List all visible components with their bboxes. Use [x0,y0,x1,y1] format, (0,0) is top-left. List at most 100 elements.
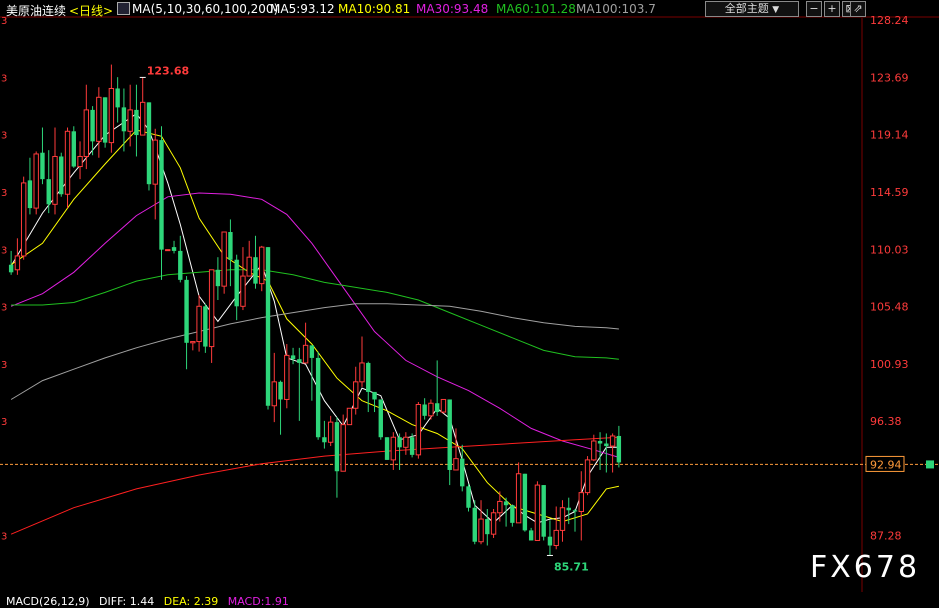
period-label[interactable]: <日线> [69,2,113,19]
plus-button[interactable]: + [824,1,840,17]
candle [366,361,371,413]
candle [246,240,252,277]
candle-body [584,459,591,494]
candle-body [327,421,334,443]
moving-average-lines [10,113,620,535]
candle-body [415,403,422,456]
candle [434,360,440,416]
candle-body [346,407,353,426]
candle [20,176,27,260]
candle-body [397,437,402,448]
left-tick-mark: 3 [1,360,7,371]
y-tick-label: 105.48 [870,301,909,314]
theme-dropdown[interactable]: 全部主题 ▼ [705,1,799,17]
candle [215,257,221,301]
candle-body [127,109,133,132]
candle-body [40,152,45,180]
candle-body [510,505,515,523]
candle [534,481,541,541]
candle-body [541,485,546,537]
candle [378,399,383,440]
low-label: 85.71 [554,560,589,573]
candle [334,417,340,498]
ma10-line [10,129,620,523]
candle-body [334,422,340,472]
price-axis: 128.243123.693119.143114.593110.033105.4… [1,14,934,543]
candle [40,127,45,185]
instrument-name[interactable]: 美原油连续 [6,2,66,19]
candle-body [215,269,221,287]
candle-body [353,381,359,409]
ma200-line [10,436,619,535]
y-tick-label: 96.38 [870,415,902,428]
candle-body [203,306,208,347]
candle-body [140,101,146,136]
candle [553,506,559,550]
candle-body [597,441,603,444]
candle [346,407,353,426]
ma-settings-icon[interactable] [117,2,130,15]
candle-body [453,458,459,471]
candle [353,366,359,415]
ma10-label: MA10:90.81 [338,2,411,16]
candle [327,415,334,447]
candle-body [8,264,14,273]
candle-body [278,381,283,400]
candle [422,398,427,420]
ma60-label: MA60:101.28 [496,2,576,16]
candle-body [472,507,477,542]
candle-body [422,404,427,416]
candle-body [390,436,397,461]
current-price-label: 92.94 [870,458,902,471]
macd-label: MACD(26,12,9) [6,595,90,608]
y-tick-label: 123.69 [870,71,909,84]
candle-body [359,362,365,383]
candle [447,399,452,486]
left-tick-mark: 3 [1,303,7,314]
candle [359,336,365,387]
diff-label: DIFF: 1.44 [99,595,155,608]
chart-header: 美原油连续 <日线> MA(5,10,30,60,100,200) MA5:93… [0,0,939,20]
candle-body [297,359,302,363]
ma5-line [10,113,619,524]
candle [184,276,189,370]
candle-body [271,381,277,407]
candle-body [315,357,321,438]
candle-body [108,87,115,144]
ma30-label: MA30:93.48 [416,2,489,16]
candle-body [485,519,490,535]
candle [578,471,584,541]
candle-body [190,341,196,344]
high-label: 123.68 [147,64,189,77]
candle [190,341,196,351]
candle-body [566,507,571,511]
candle-body [134,109,139,136]
popout-button[interactable]: ⇗ [850,1,866,17]
candle-body [403,436,409,448]
candle [134,84,139,157]
candle-body [478,518,484,543]
candlestick-chart[interactable]: 123.6885.71 128.243123.693119.143114.593… [0,0,939,605]
candle [284,344,290,409]
candle-body [578,492,584,513]
candle-body [146,102,152,185]
left-tick-mark: 3 [1,417,7,428]
candle [297,347,302,421]
candle [428,399,434,420]
macd-value-label: MACD:1.91 [227,595,289,608]
left-tick-mark: 3 [1,188,7,199]
candles [8,64,622,556]
candle-body [184,279,189,343]
candle [460,444,465,492]
candle [27,157,33,215]
candle [140,77,146,136]
candle-body [52,155,58,205]
candle [171,240,177,254]
candle-body [522,473,528,531]
candle [234,254,239,321]
candle-body [83,109,90,157]
candle-body [115,88,120,108]
candle-body [228,232,233,260]
minus-button[interactable]: − [806,1,822,17]
candle-body [208,269,215,348]
